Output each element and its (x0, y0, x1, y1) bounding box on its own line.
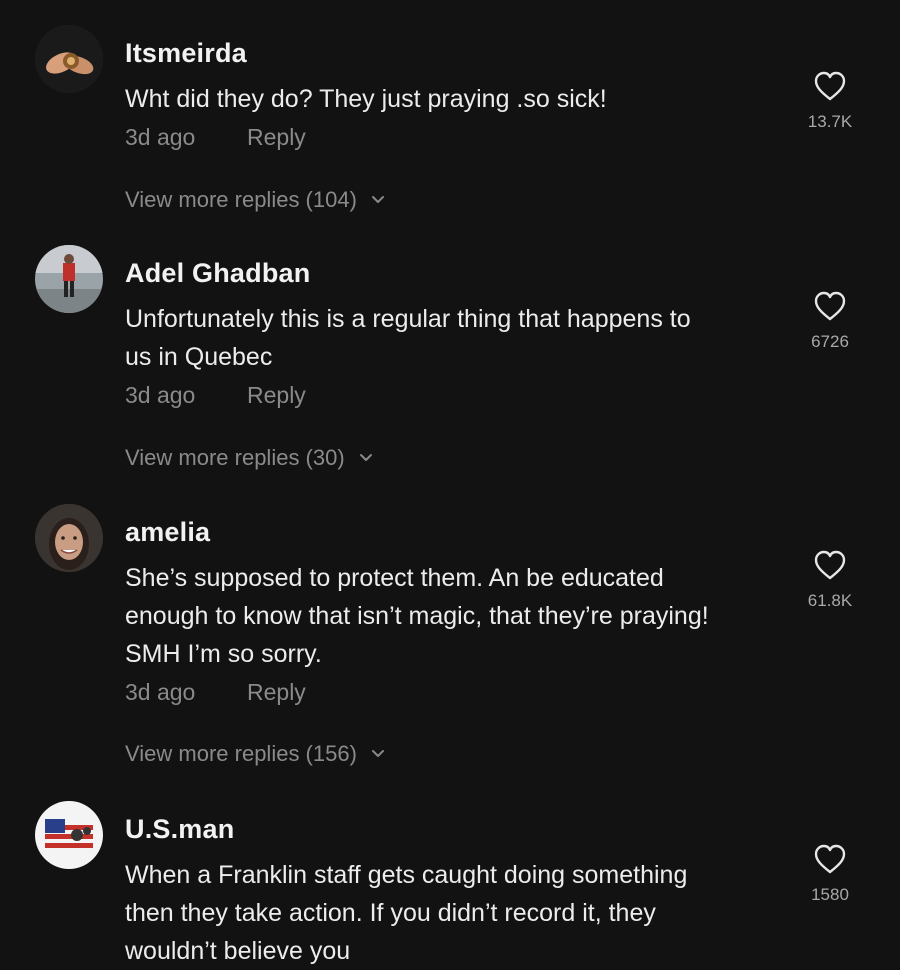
like-control: 1580 (800, 843, 860, 905)
like-control: 6726 (800, 290, 860, 352)
reply-button[interactable]: Reply (247, 382, 306, 409)
view-more-replies-label: View more replies (156) (125, 741, 357, 766)
comment-text-line: then they take action. If you didn’t rec… (125, 899, 656, 927)
comment-text-line: enough to know that isn’t magic, that th… (125, 602, 709, 630)
reply-button[interactable]: Reply (247, 124, 306, 151)
chevron-down-icon (371, 750, 384, 757)
view-more-replies-label: View more replies (30) (125, 445, 345, 470)
comment-text-line: She’s supposed to protect them. An be ed… (125, 564, 664, 592)
avatar[interactable] (35, 504, 103, 572)
comment-text-line: When a Franklin staff gets caught doing … (125, 861, 688, 889)
view-more-replies-label: View more replies (104) (125, 187, 357, 212)
view-more-replies-button[interactable]: View more replies (104) (125, 187, 385, 213)
comment-text: Unfortunately this is a regular thing th… (125, 300, 775, 376)
comment-text-line: Unfortunately this is a regular thing th… (125, 305, 691, 333)
comment-username[interactable]: Adel Ghadban (125, 258, 310, 289)
chevron-down-icon (359, 454, 372, 461)
heart-outline-icon[interactable] (813, 549, 847, 581)
comment-text: She’s supposed to protect them. An be ed… (125, 559, 775, 673)
view-more-replies-button[interactable]: View more replies (30) (125, 445, 373, 471)
avatar[interactable] (35, 25, 103, 93)
like-count: 1580 (811, 885, 849, 904)
comment-username[interactable]: Itsmeirda (125, 38, 247, 69)
comment-meta: 3d ago Reply (125, 124, 306, 151)
view-more-replies-button[interactable]: View more replies (156) (125, 741, 385, 767)
comment-text-line: Wht did they do? They just praying .so s… (125, 85, 607, 113)
comment-timestamp: 3d ago (125, 124, 196, 150)
comment-timestamp: 3d ago (125, 382, 196, 408)
like-count: 6726 (811, 332, 849, 351)
comment-text-line: SMH I’m so sorry. (125, 640, 322, 668)
heart-outline-icon[interactable] (813, 843, 847, 875)
comment-text-line: wouldn’t believe you (125, 937, 351, 965)
like-control: 13.7K (800, 70, 860, 132)
like-control: 61.8K (800, 549, 860, 611)
like-count: 61.8K (807, 591, 853, 610)
comment-username[interactable]: amelia (125, 517, 210, 548)
comment-username[interactable]: U.S.man (125, 814, 234, 845)
reply-button[interactable]: Reply (247, 679, 306, 706)
heart-outline-icon[interactable] (813, 70, 847, 102)
avatar[interactable] (35, 801, 103, 869)
comment-meta: 3d ago Reply (125, 679, 306, 706)
like-count: 13.7K (807, 112, 853, 131)
comment-text-line: us in Quebec (125, 343, 273, 371)
avatar[interactable] (35, 245, 103, 313)
chevron-down-icon (371, 196, 384, 203)
comment-text: When a Franklin staff gets caught doing … (125, 856, 775, 970)
comment-meta: 3d ago Reply (125, 382, 306, 409)
comment-text: Wht did they do? They just praying .so s… (125, 80, 775, 118)
heart-outline-icon[interactable] (813, 290, 847, 322)
comment-timestamp: 3d ago (125, 679, 196, 705)
